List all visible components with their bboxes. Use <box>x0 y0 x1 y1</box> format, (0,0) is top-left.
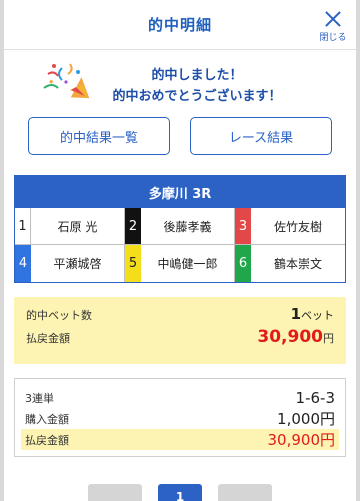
racer-name: 佐竹友樹 <box>273 219 322 234</box>
racer-cell: 1 石原 光 <box>15 208 125 245</box>
detail-payout-value: 30,900円 <box>267 431 336 449</box>
racer-number-badge: 3 <box>235 208 251 244</box>
combination-value: 1-6-3 <box>295 388 335 407</box>
hit-detail-modal: 的中明細 閉じる 的中しました！ 的中おめでとうございます！ 的中結果一覧 レー… <box>4 0 356 501</box>
racer-number-badge: 5 <box>125 245 141 282</box>
racer-name: 後藤孝義 <box>163 219 212 234</box>
racer-name: 石原 光 <box>57 219 98 234</box>
race-title: 多摩川 3R <box>15 176 345 208</box>
payout-value: 30,900円 <box>257 327 334 347</box>
pagination-current-page[interactable]: 1 <box>158 484 202 501</box>
congrats-line-2: 的中おめでとうございます！ <box>112 89 282 104</box>
bet-count-row: 的中ベット数 1ベット <box>26 305 334 323</box>
detail-payout-row: 払戻金額 30,900円 <box>21 429 339 450</box>
racer-number-badge: 1 <box>15 208 31 244</box>
close-button[interactable]: 閉じる <box>316 9 350 43</box>
bet-type-row: 3連単 1-6-3 <box>25 387 335 408</box>
racer-cell: 2 後藤孝義 <box>125 208 235 245</box>
bet-count-value: 1ベット <box>290 305 334 323</box>
bet-count-label: 的中ベット数 <box>26 309 92 322</box>
racer-cell: 3 佐竹友樹 <box>235 208 345 245</box>
racer-number-badge: 4 <box>15 245 31 282</box>
purchase-label: 購入金額 <box>25 412 69 426</box>
payout-label: 払戻金額 <box>26 332 70 345</box>
congrats-message: 的中しました！ 的中おめでとうございます！ <box>82 65 312 107</box>
racer-cell: 5 中嶋健一郎 <box>125 245 235 282</box>
racer-number-badge: 2 <box>125 208 141 244</box>
pagination-next-button[interactable] <box>218 484 272 501</box>
action-buttons: 的中結果一覧 レース結果 <box>4 117 356 155</box>
racer-cell: 4 平瀬城啓 <box>15 245 125 282</box>
detail-payout-label: 払戻金額 <box>25 433 69 447</box>
racer-grid: 1 石原 光 2 後藤孝義 3 佐竹友樹 4 平瀬城啓 5 中嶋健一郎 6 鶴本崇文 <box>15 208 345 282</box>
bet-type-label: 3連単 <box>25 391 54 405</box>
hit-results-list-button[interactable]: 的中結果一覧 <box>28 117 170 155</box>
racer-name: 鶴本崇文 <box>273 257 322 271</box>
hit-summary: 的中ベット数 1ベット 払戻金額 30,900円 <box>14 297 346 364</box>
race-panel: 多摩川 3R 1 石原 光 2 後藤孝義 3 佐竹友樹 4 平瀬城啓 5 中嶋健一郎 6 鶴本崇文 <box>14 175 346 283</box>
modal-header: 的中明細 閉じる <box>4 0 356 50</box>
page-title: 的中明細 <box>147 16 212 34</box>
pagination: 1 <box>4 484 356 501</box>
payout-row: 払戻金額 30,900円 <box>26 327 334 347</box>
purchase-row: 購入金額 1,000円 <box>25 408 335 429</box>
bet-detail: 3連単 1-6-3 購入金額 1,000円 払戻金額 30,900円 <box>14 378 346 457</box>
racer-cell: 6 鶴本崇文 <box>235 245 345 282</box>
congrats-section: 的中しました！ 的中おめでとうございます！ <box>4 50 356 112</box>
congrats-line-1: 的中しました！ <box>151 68 243 83</box>
purchase-value: 1,000円 <box>277 410 335 428</box>
racer-number-badge: 6 <box>235 245 251 282</box>
race-results-button[interactable]: レース結果 <box>190 117 332 155</box>
racer-name: 中嶋健一郎 <box>157 257 218 271</box>
pagination-prev-button[interactable] <box>88 484 142 501</box>
racer-name: 平瀬城啓 <box>53 257 102 271</box>
close-label: 閉じる <box>319 33 347 43</box>
close-icon <box>324 9 342 26</box>
